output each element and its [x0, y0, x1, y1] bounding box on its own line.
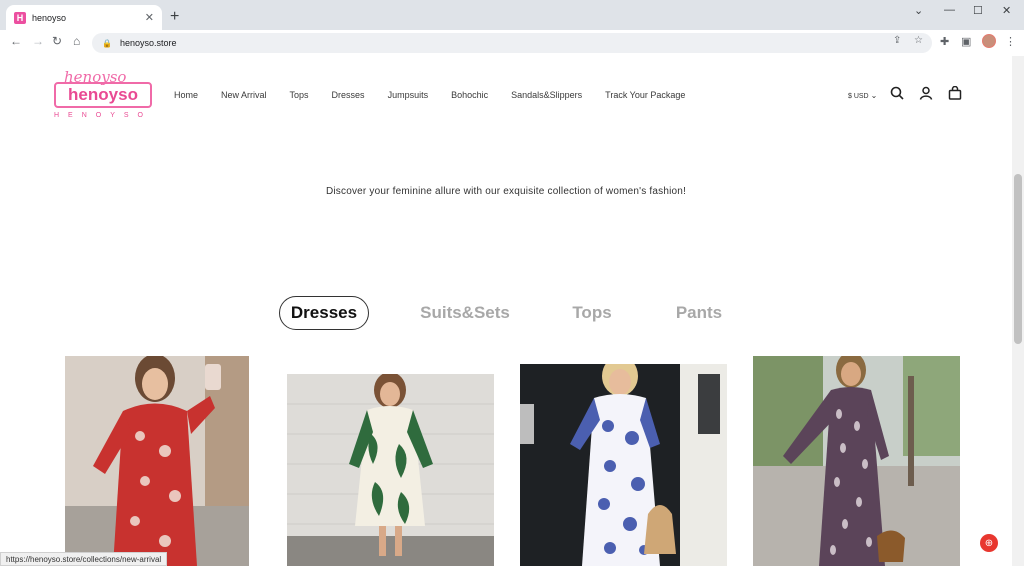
- nav-dresses[interactable]: Dresses: [332, 90, 365, 100]
- nav-jumpsuits[interactable]: Jumpsuits: [388, 90, 429, 100]
- maximize-icon[interactable]: ☐: [973, 4, 983, 17]
- minimize-icon[interactable]: —: [944, 4, 955, 16]
- bookmark-star-icon[interactable]: ☆: [914, 35, 923, 46]
- tab-bar: H henoyso ✕ + ⌄ — ☐ ✕: [0, 0, 1024, 30]
- tab-tops[interactable]: Tops: [562, 296, 622, 330]
- nav-bohochic[interactable]: Bohochic: [451, 90, 488, 100]
- product-card-image[interactable]: [753, 356, 960, 566]
- nav-new-arrival[interactable]: New Arrival: [221, 90, 267, 100]
- page-content: henoyso henoyso HENOYSO Home New Arrival…: [0, 56, 1012, 566]
- address-bar[interactable]: 🔒 henoyso.store: [92, 33, 932, 53]
- tab-suits-sets[interactable]: Suits&Sets: [414, 296, 516, 330]
- lock-icon: 🔒: [102, 38, 112, 48]
- nav-home[interactable]: Home: [174, 90, 198, 100]
- logo-main-text: henoyso: [54, 82, 152, 108]
- tab-dresses[interactable]: Dresses: [279, 296, 369, 330]
- home-icon[interactable]: ⌂: [73, 34, 80, 48]
- forward-icon[interactable]: →: [32, 34, 44, 48]
- menu-icon[interactable]: ⋮: [1005, 35, 1016, 48]
- back-icon[interactable]: ←: [10, 34, 22, 48]
- new-tab-icon[interactable]: +: [170, 8, 179, 26]
- tab-pants[interactable]: Pants: [668, 296, 730, 330]
- browser-chrome: H henoyso ✕ + ⌄ — ☐ ✕ ← → ↻ ⌂ 🔒 henoyso.…: [0, 0, 1024, 56]
- nav-sandals-slippers[interactable]: Sandals&Slippers: [511, 90, 582, 100]
- chevron-down-icon: ⌄: [870, 91, 878, 100]
- account-icon[interactable]: [919, 86, 933, 103]
- close-tab-icon[interactable]: ✕: [145, 11, 154, 24]
- logo-spaced-text: HENOYSO: [54, 112, 153, 119]
- share-icon[interactable]: ⇪: [893, 35, 901, 46]
- side-panel-icon[interactable]: ▣: [961, 35, 971, 48]
- site-logo[interactable]: henoyso henoyso HENOYSO: [52, 68, 152, 124]
- support-chat-icon[interactable]: ⊕: [980, 534, 998, 552]
- window-close-icon[interactable]: ✕: [1002, 4, 1011, 17]
- page-scrollbar[interactable]: [1012, 56, 1024, 566]
- main-navigation: Home New Arrival Tops Dresses Jumpsuits …: [174, 90, 708, 100]
- url-text: henoyso.store: [119, 38, 177, 48]
- category-tabs: Dresses Suits&Sets Tops Pants: [0, 296, 1012, 330]
- nav-tops[interactable]: Tops: [290, 90, 309, 100]
- search-icon[interactable]: [890, 86, 904, 103]
- cart-icon[interactable]: [948, 85, 962, 103]
- currency-selector[interactable]: $ USD ⌄: [848, 91, 877, 100]
- profile-avatar[interactable]: [982, 34, 996, 48]
- currency-label: $ USD: [848, 93, 869, 100]
- favicon-icon: H: [14, 11, 26, 24]
- browser-toolbar: ← → ↻ ⌂ 🔒 henoyso.store ⇪ ☆ ✚ ▣ ⋮: [0, 30, 1024, 56]
- nav-track-package[interactable]: Track Your Package: [605, 90, 685, 100]
- product-card-image[interactable]: [520, 364, 727, 566]
- hero-tagline: Discover your feminine allure with our e…: [325, 186, 687, 197]
- status-url-bar: https://henoyso.store/collections/new-ar…: [0, 552, 168, 566]
- extensions-icon[interactable]: ✚: [940, 35, 949, 48]
- reload-icon[interactable]: ↻: [52, 34, 62, 48]
- scrollbar-thumb[interactable]: [1014, 174, 1022, 344]
- product-card-image[interactable]: [287, 374, 494, 566]
- browser-tab[interactable]: H henoyso ✕: [6, 5, 162, 30]
- tab-title: henoyso: [32, 12, 67, 23]
- tab-search-icon[interactable]: ⌄: [914, 4, 923, 17]
- product-card-image[interactable]: [65, 356, 249, 566]
